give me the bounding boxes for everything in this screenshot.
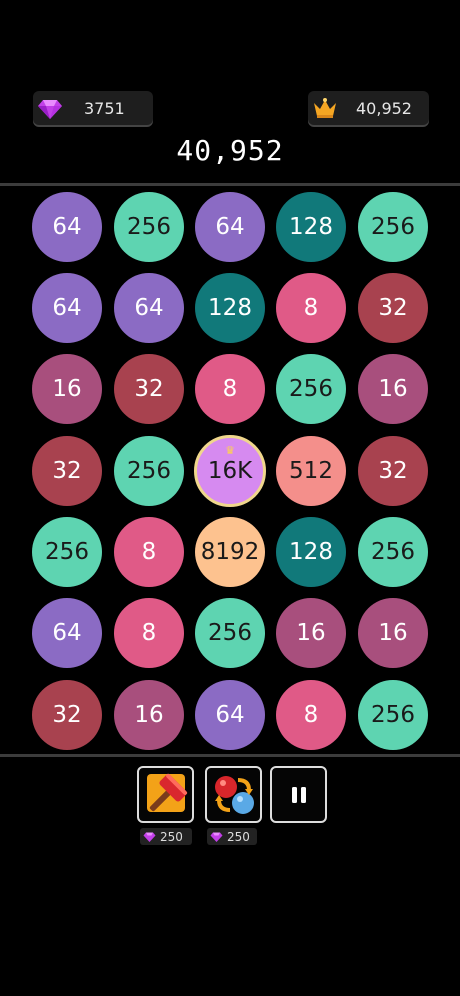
ball[interactable]: 32 <box>114 354 184 424</box>
ball-value: 16 <box>134 702 164 728</box>
ball[interactable]: 256 <box>32 517 102 587</box>
ball-value: 32 <box>134 376 164 402</box>
ball-value: 64 <box>52 620 82 646</box>
ball[interactable]: 16 <box>358 598 428 668</box>
ball[interactable]: 16 <box>32 354 102 424</box>
gem-icon <box>143 832 156 842</box>
ball-value: 64 <box>215 702 245 728</box>
ball-value: 64 <box>215 214 245 240</box>
ball[interactable]: 256 <box>358 680 428 750</box>
mini-crown-icon: ♛ <box>225 444 235 457</box>
ball[interactable]: 256 <box>195 598 265 668</box>
ball-value: 256 <box>371 214 415 240</box>
swap-cost-value: 250 <box>227 829 250 844</box>
ball-value: 128 <box>289 539 333 565</box>
gem-icon <box>38 100 62 119</box>
ball-value: 256 <box>371 539 415 565</box>
ball[interactable]: 64 <box>32 192 102 262</box>
ball[interactable]: 256 <box>358 517 428 587</box>
ball-value: 16K <box>207 458 253 484</box>
ball-value: 16 <box>378 620 408 646</box>
ball[interactable]: 16 <box>114 680 184 750</box>
ball-value: 32 <box>52 702 82 728</box>
ball[interactable]: 128 <box>276 517 346 587</box>
ball-value: 128 <box>289 214 333 240</box>
ball-value: 32 <box>52 458 82 484</box>
ball-value: 256 <box>289 376 333 402</box>
ball-value: 8 <box>141 539 157 565</box>
ball-value: 8 <box>141 620 157 646</box>
ball[interactable]: 64 <box>195 192 265 262</box>
hammer-cost-value: 250 <box>160 829 183 844</box>
ball[interactable]: 8 <box>114 598 184 668</box>
ball[interactable]: 8192 <box>195 517 265 587</box>
ball-value: 64 <box>134 295 164 321</box>
ball-value: 128 <box>208 295 252 321</box>
ball[interactable]: 16 <box>276 598 346 668</box>
ball[interactable]: 32 <box>32 436 102 506</box>
ball[interactable]: 8 <box>195 354 265 424</box>
ball[interactable]: 32 <box>358 273 428 343</box>
ball-value: 256 <box>208 620 252 646</box>
ball-value: 256 <box>45 539 89 565</box>
swap-cost: 250 <box>207 828 257 845</box>
ball[interactable]: 8 <box>276 680 346 750</box>
ball[interactable]: 8 <box>276 273 346 343</box>
ball[interactable]: 64 <box>195 680 265 750</box>
game-board[interactable]: 64 256 64 128 256 64 64 128 8 32 16 32 8 256 16 32 256 ♛ 1… <box>0 187 460 755</box>
ball[interactable]: 128 <box>195 273 265 343</box>
swap-balls-icon <box>214 775 254 814</box>
hammer-button[interactable] <box>137 766 194 823</box>
ball[interactable]: 128 <box>276 192 346 262</box>
ball-value: 512 <box>289 458 333 484</box>
ball-value: 256 <box>127 458 171 484</box>
ball-value: 16 <box>52 376 82 402</box>
ball-value: 64 <box>52 214 82 240</box>
ball[interactable]: 32 <box>32 680 102 750</box>
hammer-icon <box>146 773 187 812</box>
best-score-counter: 40,952 <box>308 91 429 125</box>
ball[interactable]: 16 <box>358 354 428 424</box>
best-score-value: 40,952 <box>356 98 412 118</box>
ball[interactable]: 64 <box>114 273 184 343</box>
ball-value: 32 <box>378 458 408 484</box>
ball[interactable]: 256 <box>114 192 184 262</box>
ball-value: 256 <box>127 214 171 240</box>
pause-icon <box>291 786 306 803</box>
gem-icon <box>210 832 223 842</box>
ball-value: 32 <box>378 295 408 321</box>
ball[interactable]: 256 <box>114 436 184 506</box>
ball[interactable]: 256 <box>276 354 346 424</box>
bottom-divider <box>0 754 460 757</box>
ball-special[interactable]: ♛ 16K <box>194 435 266 507</box>
top-divider <box>0 183 460 186</box>
current-score: 40,952 <box>176 134 284 167</box>
gems-counter: 3751 <box>33 91 153 125</box>
gems-value: 3751 <box>84 98 125 118</box>
ball-value: 8192 <box>200 539 260 565</box>
ball-value: 16 <box>296 620 326 646</box>
ball[interactable]: 256 <box>358 192 428 262</box>
ball[interactable]: 32 <box>358 436 428 506</box>
ball-value: 8 <box>303 702 319 728</box>
ball[interactable]: 64 <box>32 273 102 343</box>
ball-value: 8 <box>303 295 319 321</box>
ball[interactable]: 64 <box>32 598 102 668</box>
ball-value: 256 <box>371 702 415 728</box>
ball[interactable]: 512 <box>276 436 346 506</box>
ball-value: 16 <box>378 376 408 402</box>
ball[interactable]: 8 <box>114 517 184 587</box>
ball-value: 8 <box>222 376 238 402</box>
hammer-cost: 250 <box>140 828 192 845</box>
swap-button[interactable] <box>205 766 262 823</box>
crown-icon <box>314 98 336 118</box>
ball-value: 64 <box>52 295 82 321</box>
pause-button[interactable] <box>270 766 327 823</box>
